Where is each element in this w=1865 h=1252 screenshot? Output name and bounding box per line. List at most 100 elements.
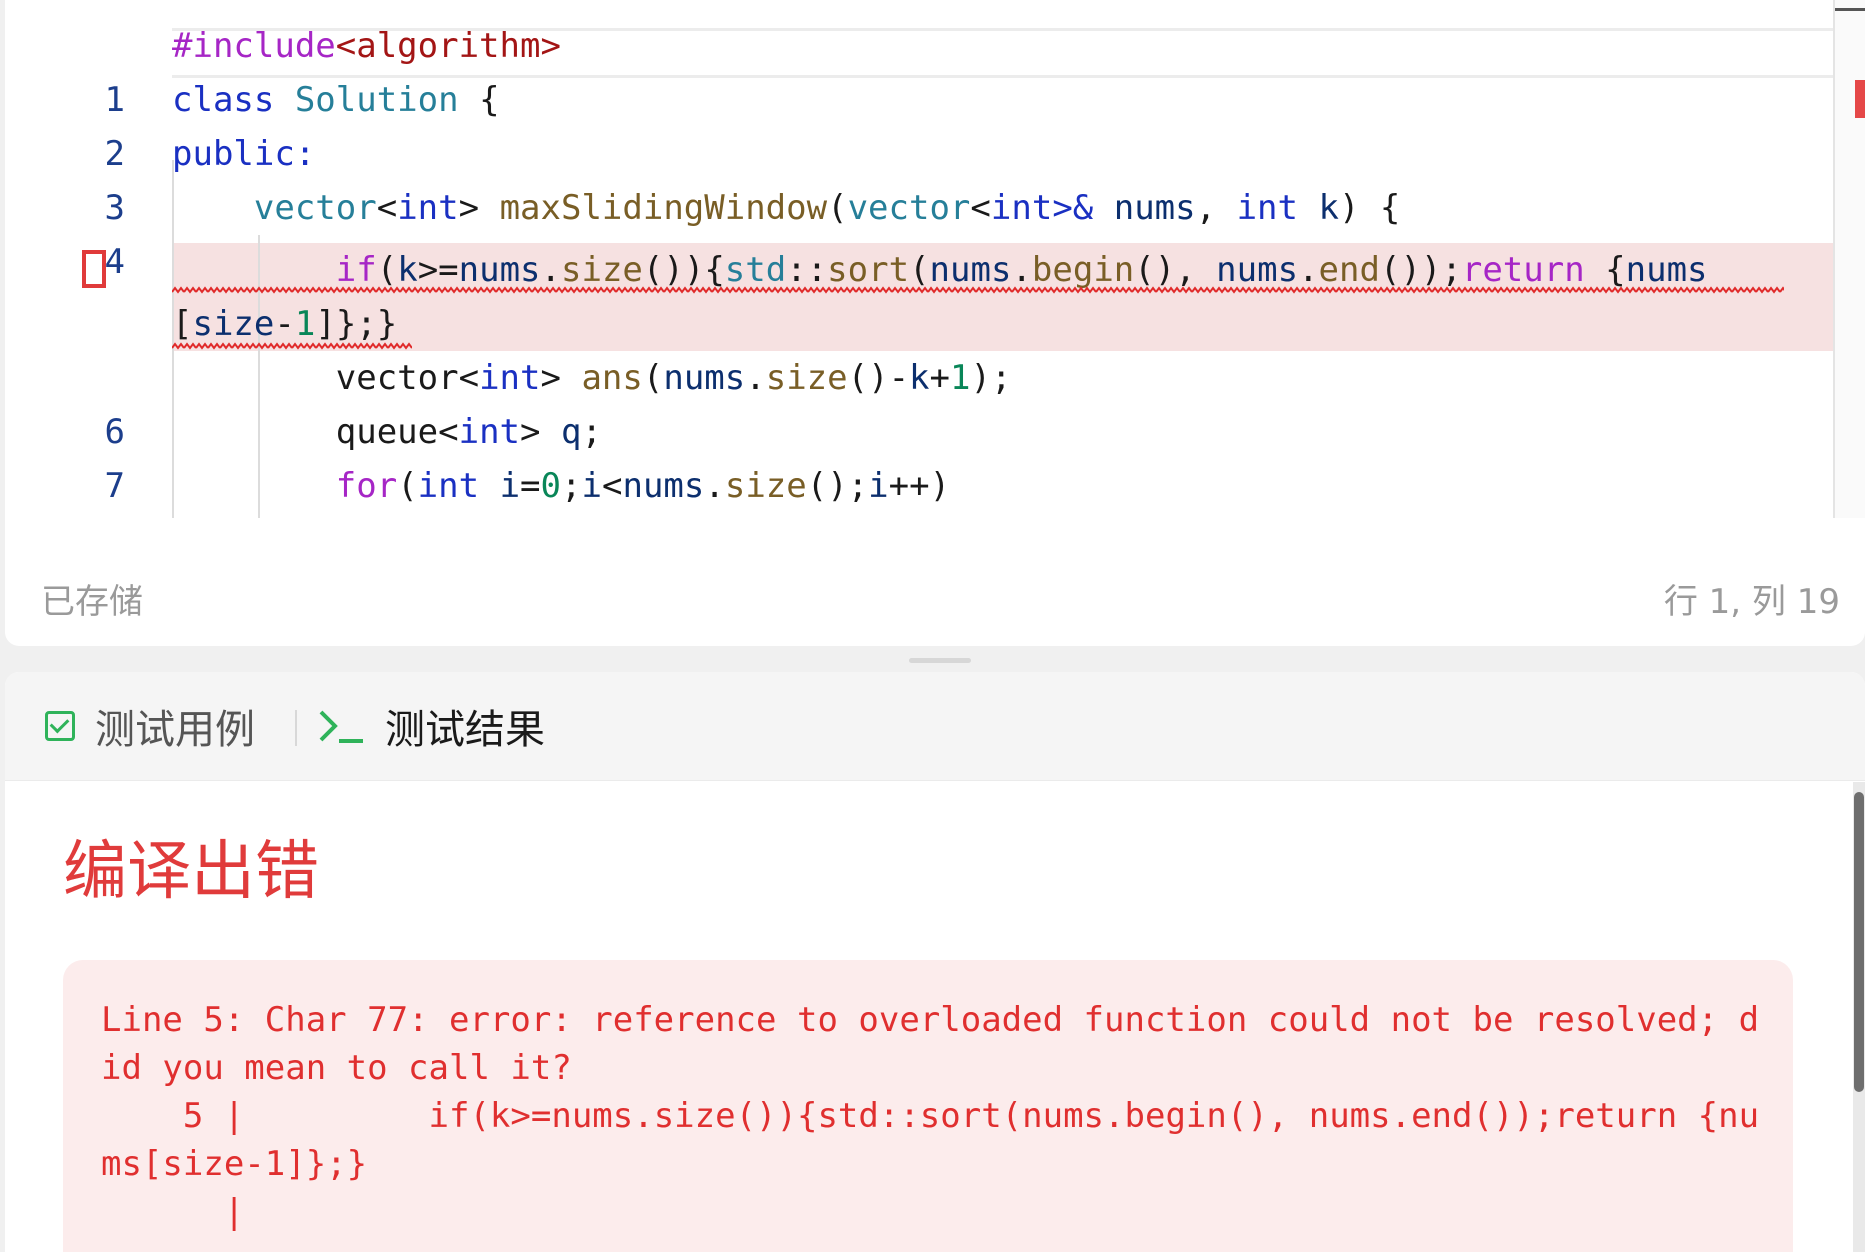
code-area[interactable]: 1 #include<algorithm> 2 class Solution {… xyxy=(5,0,1865,518)
terminal-icon xyxy=(319,710,363,743)
code-line-1[interactable]: 1 #include<algorithm> xyxy=(5,19,1865,120)
code-token: , xyxy=(1195,188,1237,228)
code-token: public: xyxy=(172,134,316,174)
code-token: < xyxy=(970,188,991,228)
code-token: class xyxy=(172,80,295,120)
code-token: size xyxy=(724,466,807,506)
code-token: nums xyxy=(622,466,705,506)
code-token: (); xyxy=(806,466,869,506)
tab-test-result-label: 测试结果 xyxy=(385,707,545,753)
code-token: . xyxy=(1298,250,1319,290)
code-token: > xyxy=(520,412,561,452)
line-code: queue<int> q; xyxy=(172,405,602,459)
code-token: vector xyxy=(253,188,377,228)
line-code: vector<int> maxSlidingWindow(vector<int>… xyxy=(172,181,1400,235)
code-token: ++) xyxy=(888,466,951,506)
code-line-8[interactable]: 8 for(int i=0;i<nums.size();i++) xyxy=(5,459,1865,513)
code-token: i xyxy=(581,466,602,506)
code-token: nums xyxy=(458,250,541,290)
scrollbar-error-mark[interactable] xyxy=(1855,80,1865,118)
error-squiggle xyxy=(172,286,1784,294)
panel-resize-handle[interactable] xyxy=(909,658,971,663)
result-panel: 测试用例 测试结果 编译出错 Line 5: Char 77: error: r… xyxy=(5,672,1865,1252)
code-token: vector xyxy=(335,358,459,398)
tab-test-result[interactable]: 测试结果 xyxy=(317,672,545,780)
code-line-2[interactable]: 2 class Solution { xyxy=(5,73,1865,174)
code-token: ; xyxy=(581,412,602,452)
save-status: 已存储 xyxy=(41,582,143,622)
code-token: int xyxy=(479,358,541,398)
code-token: return xyxy=(1461,250,1585,290)
code-token: 0 xyxy=(540,466,562,506)
code-token: end xyxy=(1318,250,1380,290)
code-token: ()); xyxy=(1379,250,1462,290)
code-token: int xyxy=(397,188,459,228)
code-token: = xyxy=(520,466,541,506)
code-token: ()){ xyxy=(642,250,725,290)
code-token: ]};} xyxy=(315,304,398,344)
code-token: ) { xyxy=(1338,188,1401,228)
code-token: nums xyxy=(929,250,1012,290)
code-token: int xyxy=(417,466,500,506)
code-token: > xyxy=(458,188,500,228)
tab-testcase[interactable]: 测试用例 xyxy=(45,672,255,780)
code-token: ( xyxy=(376,250,398,290)
code-token: [ xyxy=(172,304,193,344)
code-token: { xyxy=(1584,250,1626,290)
code-token: ; xyxy=(561,466,582,506)
line-code: public: xyxy=(172,127,315,181)
code-token: ()- xyxy=(847,358,910,398)
line-code: for(int i=0;i<nums.size();i++) xyxy=(172,459,950,513)
result-tab-bar: 测试用例 测试结果 xyxy=(5,672,1865,781)
line-code: vector<int> ans(nums.size()-k+1); xyxy=(172,351,1012,405)
code-token: vector xyxy=(847,188,971,228)
code-token: size xyxy=(561,250,643,290)
code-token: int xyxy=(458,412,521,452)
code-token: q xyxy=(560,412,582,452)
result-scrollbar-thumb[interactable] xyxy=(1854,792,1864,1092)
code-token: sort xyxy=(827,250,910,290)
error-marker-icon[interactable] xyxy=(82,250,106,288)
tab-testcase-label: 测试用例 xyxy=(95,707,255,753)
code-token: . xyxy=(745,358,766,398)
code-token: + xyxy=(929,358,951,398)
code-token: begin xyxy=(1031,250,1135,290)
line-code: class Solution { xyxy=(172,73,500,127)
code-line-4[interactable]: 4 vector<int> maxSlidingWindow(vector<in… xyxy=(5,181,1865,282)
compile-error-title: 编译出错 xyxy=(63,835,319,909)
result-scrollbar[interactable] xyxy=(1853,782,1865,1252)
code-token: nums xyxy=(1113,188,1196,228)
code-token: ( xyxy=(827,188,848,228)
code-token: 1 xyxy=(294,304,316,344)
line-number: 8 xyxy=(65,513,125,518)
code-token: ( xyxy=(642,358,664,398)
code-token: < xyxy=(458,358,480,398)
code-token: int xyxy=(1236,188,1319,228)
code-token: ( xyxy=(909,250,930,290)
code-token: (), xyxy=(1134,250,1217,290)
code-token: . xyxy=(540,250,562,290)
code-token: <algorithm> xyxy=(335,26,561,66)
code-token: ans xyxy=(581,358,643,398)
check-square-icon xyxy=(45,711,75,741)
editor-scrollbar[interactable] xyxy=(1833,0,1865,518)
code-token: if xyxy=(335,250,377,290)
code-line-6[interactable]: 6 vector<int> ans(nums.size()-k+1); xyxy=(5,351,1865,452)
code-token: k xyxy=(909,358,930,398)
code-token: int xyxy=(990,188,1053,228)
code-line-3[interactable]: 3 public: xyxy=(5,127,1865,228)
error-message-box: Line 5: Char 77: error: reference to ove… xyxy=(63,960,1793,1252)
code-token: i xyxy=(499,466,521,506)
code-editor-panel: 1 #include<algorithm> 2 class Solution {… xyxy=(5,0,1865,646)
code-token: > xyxy=(540,358,582,398)
cursor-position: 行 1, 列 19 xyxy=(1663,582,1840,622)
code-token: size xyxy=(192,304,275,344)
code-token: queue xyxy=(335,412,439,452)
code-token: std xyxy=(724,250,787,290)
code-line-7[interactable]: 7 queue<int> q; xyxy=(5,405,1865,506)
code-token: < xyxy=(376,188,398,228)
tab-separator xyxy=(295,710,297,746)
code-token: < xyxy=(601,466,623,506)
